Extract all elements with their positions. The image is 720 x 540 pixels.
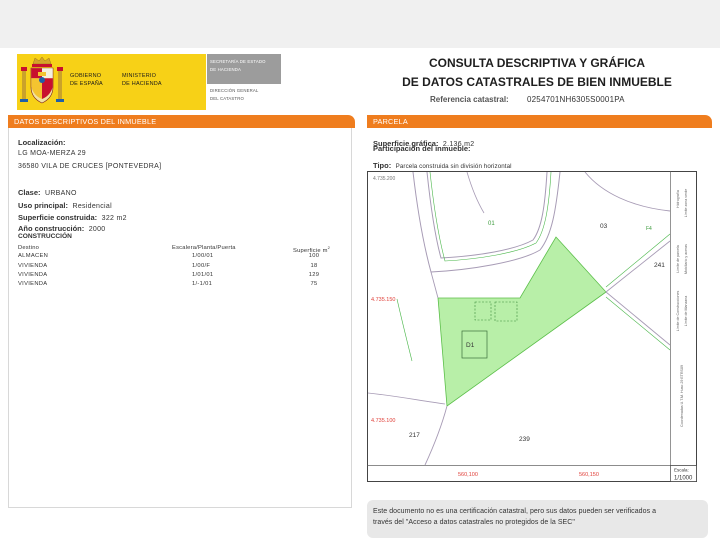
construccion-heading: CONSTRUCCIÓN — [18, 233, 72, 240]
document-page: GOBIERNO DE ESPAÑA MINISTERIO DE HACIEND… — [0, 0, 720, 540]
parcel-number-label: F4 — [646, 226, 652, 232]
map-coordinate-label: 560,100 — [458, 472, 478, 478]
legend-item: Mobiliario y aceras — [684, 244, 688, 274]
cell-escalera: 1/00/F — [192, 263, 211, 269]
scale-value: 1/1000 — [674, 476, 693, 482]
parcel-number-label: 239 — [519, 436, 530, 443]
ministerio-label: MINISTERIO DE HACIENDA — [122, 73, 162, 88]
parcel-map-svg: 4.735.200 4.735.150 4.735.100 560,100 56… — [367, 171, 697, 482]
legend-item: Límite de Manzana — [684, 296, 688, 327]
scale-label: Escala: — [674, 468, 689, 473]
address-line2: 36580 VILA DE CRUCES [PONTEVEDRA] — [18, 163, 162, 170]
parcel-number-label: D1 — [466, 342, 475, 349]
parcel-number-label: 03 — [600, 223, 608, 230]
tipo-label: Tipo: — [373, 161, 392, 170]
secretaria-box: SECRETARÍA DE ESTADO DE HACIENDA — [207, 54, 281, 84]
table-row: ALMACEN 1/00/01 100 — [18, 253, 338, 261]
referencia-label: Referencia catastral: — [430, 95, 509, 104]
verification-note-line2: través del "Acceso a datos catastrales n… — [373, 519, 575, 526]
ministerio-line2: DE HACIENDA — [122, 80, 162, 87]
legend-item: Hidrografía — [676, 190, 680, 208]
document-title-line2: DE DATOS CATASTRALES DE BIEN INMUEBLE — [402, 75, 672, 89]
verification-note: Este documento no es una certificación c… — [367, 500, 708, 538]
legend-item: Límite de parcela — [676, 245, 680, 273]
table-row: VIVIENDA 1/-1/01 75 — [18, 281, 338, 289]
parcel-map: 4.735.200 4.735.150 4.735.100 560,100 56… — [367, 171, 697, 482]
column-header-destino: Destino — [18, 245, 40, 251]
gobierno-line1: GOBIERNO — [70, 73, 102, 79]
parcel-number-label: 241 — [654, 262, 665, 269]
spain-coat-of-arms-icon — [20, 56, 64, 113]
cell-destino: ALMACEN — [18, 253, 49, 259]
direccion-line1: DIRECCIÓN GENERAL — [210, 88, 259, 93]
gobierno-label: GOBIERNO DE ESPAÑA — [70, 73, 103, 88]
parcel-number-label: 217 — [409, 432, 420, 439]
direccion-line2: DEL CATASTRO — [210, 96, 244, 101]
map-coordinate-label: 4.735.200 — [373, 176, 395, 182]
referencia-value: 0254701NH6305S0001PA — [527, 95, 625, 104]
cell-escalera: 1/01/01 — [192, 272, 214, 278]
localizacion-label: Localización: — [18, 138, 66, 147]
document-title-line1: CONSULTA DESCRIPTIVA Y GRÁFICA — [428, 56, 645, 70]
column-header-escalera: Escalera/Planta/Puerta — [172, 245, 236, 251]
ministerio-line1: MINISTERIO — [122, 73, 157, 79]
viewer-top-band — [0, 0, 720, 48]
cell-destino: VIVIENDA — [18, 272, 48, 278]
cell-superficie: 18 — [310, 263, 318, 269]
table-row: VIVIENDA 1/00/F 18 — [18, 263, 338, 271]
cell-escalera: 1/00/01 — [192, 253, 214, 259]
participacion-label: Participación del inmueble: — [373, 144, 471, 153]
tipo-value: Parcela construida sin división horizont… — [395, 163, 512, 170]
legend-item: Coordenadas U.T.M. Huso 29 ETRS89 — [680, 365, 684, 427]
cell-superficie: 129 — [308, 272, 320, 278]
parcel-number-label: 01 — [488, 221, 495, 227]
government-logo-banner: GOBIERNO DE ESPAÑA MINISTERIO DE HACIEND… — [17, 54, 206, 110]
superscript-two: 2 — [327, 245, 331, 250]
legend-item: Límite de Construcciones — [676, 291, 680, 332]
cell-escalera: 1/-1/01 — [192, 281, 213, 287]
secretaria-line1: SECRETARÍA DE ESTADO — [210, 59, 266, 64]
field-label: Año construcción: — [18, 224, 85, 233]
cell-superficie: 75 — [310, 281, 318, 287]
cell-destino: VIVIENDA — [18, 281, 48, 287]
datos-descriptivos-heading: DATOS DESCRIPTIVOS DEL INMUEBLE — [8, 115, 355, 128]
gobierno-line2: DE ESPAÑA — [70, 80, 103, 87]
address-line1: LG MOA-MERZA 29 — [18, 150, 86, 157]
field-value: 2000 — [88, 226, 106, 233]
table-row: VIVIENDA 1/01/01 129 — [18, 272, 338, 280]
map-coordinate-label: 560,150 — [579, 472, 599, 478]
secretaria-line2: DE HACIENDA — [210, 67, 242, 72]
map-coordinate-label: 4.735.100 — [371, 418, 395, 424]
verification-note-line1: Este documento no es una certificación c… — [373, 508, 657, 515]
legend-item: Límite zona verde — [684, 189, 688, 218]
map-coordinate-label: 4.735.150 — [371, 297, 395, 303]
cell-superficie: 100 — [308, 253, 320, 259]
cell-destino: VIVIENDA — [18, 263, 48, 269]
parcela-heading: PARCELA — [367, 115, 712, 128]
